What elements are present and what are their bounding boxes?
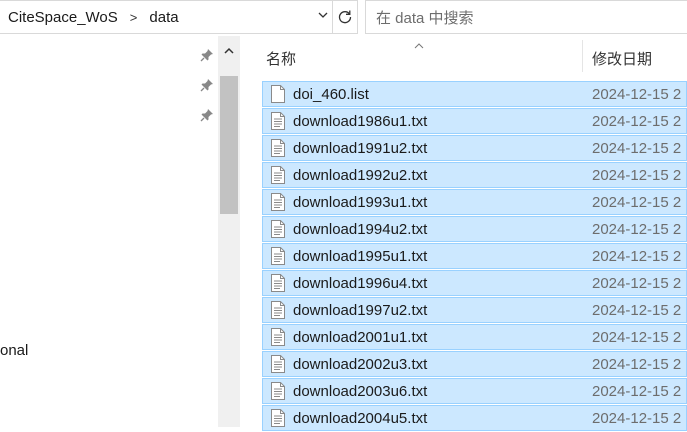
file-list: doi_460.list 2024-12-15 2 download1986u1.t… xyxy=(262,81,687,432)
breadcrumb-citespace-wos[interactable]: CiteSpace_WoS xyxy=(0,9,118,26)
file-date-modified: 2024-12-15 2 xyxy=(592,383,682,400)
file-date-modified: 2024-12-15 2 xyxy=(592,248,682,265)
file-name: download1996u4.txt xyxy=(293,275,428,292)
text-file-icon xyxy=(271,112,285,130)
file-name: download1993u1.txt xyxy=(293,194,428,211)
pin-icon[interactable] xyxy=(200,78,214,92)
file-name: doi_460.list xyxy=(293,86,369,103)
file-date-modified: 2024-12-15 2 xyxy=(592,410,682,427)
file-date-modified: 2024-12-15 2 xyxy=(592,275,682,292)
file-name: download1994u2.txt xyxy=(293,221,428,238)
text-file-icon xyxy=(271,166,285,184)
file-name: download2001u1.txt xyxy=(293,329,428,346)
file-row[interactable]: download1997u2.txt 2024-12-15 2 xyxy=(262,297,687,323)
chevron-down-icon[interactable] xyxy=(317,9,329,24)
text-file-icon xyxy=(271,220,285,238)
column-divider[interactable] xyxy=(582,40,583,72)
search-input[interactable]: 在 data 中搜索 xyxy=(365,0,687,34)
file-row[interactable]: download1986u1.txt 2024-12-15 2 xyxy=(262,108,687,134)
nav-item-partial-label[interactable]: onal xyxy=(0,342,28,359)
file-name: download1986u1.txt xyxy=(293,113,428,130)
sort-ascending-icon xyxy=(414,38,424,52)
text-file-icon xyxy=(271,139,285,157)
column-header-name[interactable]: 名称 xyxy=(266,48,296,69)
file-name: download1997u2.txt xyxy=(293,302,428,319)
column-header-date-modified[interactable]: 修改日期 xyxy=(592,48,652,69)
file-name: download1992u2.txt xyxy=(293,167,428,184)
file-name: download1995u1.txt xyxy=(293,248,428,265)
file-row[interactable]: download1995u1.txt 2024-12-15 2 xyxy=(262,243,687,269)
scroll-up-arrow-icon[interactable] xyxy=(218,36,240,66)
search-placeholder: 在 data 中搜索 xyxy=(376,9,474,27)
file-date-modified: 2024-12-15 2 xyxy=(592,329,682,346)
pin-icon[interactable] xyxy=(200,48,214,62)
scrollbar-thumb[interactable] xyxy=(220,76,238,214)
pin-icon[interactable] xyxy=(200,108,214,122)
file-row[interactable]: download2002u3.txt 2024-12-15 2 xyxy=(262,351,687,377)
file-name: download2003u6.txt xyxy=(293,383,428,400)
blank-file-icon xyxy=(271,85,285,103)
file-date-modified: 2024-12-15 2 xyxy=(592,194,682,211)
file-date-modified: 2024-12-15 2 xyxy=(592,356,682,373)
text-file-icon xyxy=(271,274,285,292)
breadcrumb-data[interactable]: data xyxy=(149,9,178,26)
text-file-icon xyxy=(271,328,285,346)
file-row[interactable]: doi_460.list 2024-12-15 2 xyxy=(262,81,687,107)
file-row[interactable]: download1993u1.txt 2024-12-15 2 xyxy=(262,189,687,215)
navigation-pane: onal xyxy=(0,36,242,427)
file-name: download2004u5.txt xyxy=(293,410,428,427)
file-date-modified: 2024-12-15 2 xyxy=(592,167,682,184)
breadcrumb-separator[interactable]: > xyxy=(130,10,138,25)
refresh-icon[interactable] xyxy=(332,1,357,33)
column-header-row: 名称 修改日期 xyxy=(262,36,687,76)
file-row[interactable]: download1994u2.txt 2024-12-15 2 xyxy=(262,216,687,242)
text-file-icon xyxy=(271,193,285,211)
nav-scrollbar[interactable] xyxy=(218,36,240,427)
file-row[interactable]: download1996u4.txt 2024-12-15 2 xyxy=(262,270,687,296)
file-date-modified: 2024-12-15 2 xyxy=(592,302,682,319)
text-file-icon xyxy=(271,409,285,427)
file-date-modified: 2024-12-15 2 xyxy=(592,140,682,157)
file-row[interactable]: download2001u1.txt 2024-12-15 2 xyxy=(262,324,687,350)
file-date-modified: 2024-12-15 2 xyxy=(592,86,682,103)
file-row[interactable]: download1991u2.txt 2024-12-15 2 xyxy=(262,135,687,161)
text-file-icon xyxy=(271,301,285,319)
file-name: download1991u2.txt xyxy=(293,140,428,157)
address-bar[interactable]: CiteSpace_WoS > data xyxy=(0,0,358,34)
file-row[interactable]: download1992u2.txt 2024-12-15 2 xyxy=(262,162,687,188)
file-date-modified: 2024-12-15 2 xyxy=(592,221,682,238)
file-row[interactable]: download2003u6.txt 2024-12-15 2 xyxy=(262,378,687,404)
text-file-icon xyxy=(271,247,285,265)
file-name: download2002u3.txt xyxy=(293,356,428,373)
text-file-icon xyxy=(271,382,285,400)
text-file-icon xyxy=(271,355,285,373)
file-date-modified: 2024-12-15 2 xyxy=(592,113,682,130)
file-row[interactable]: download2004u5.txt 2024-12-15 2 xyxy=(262,405,687,431)
